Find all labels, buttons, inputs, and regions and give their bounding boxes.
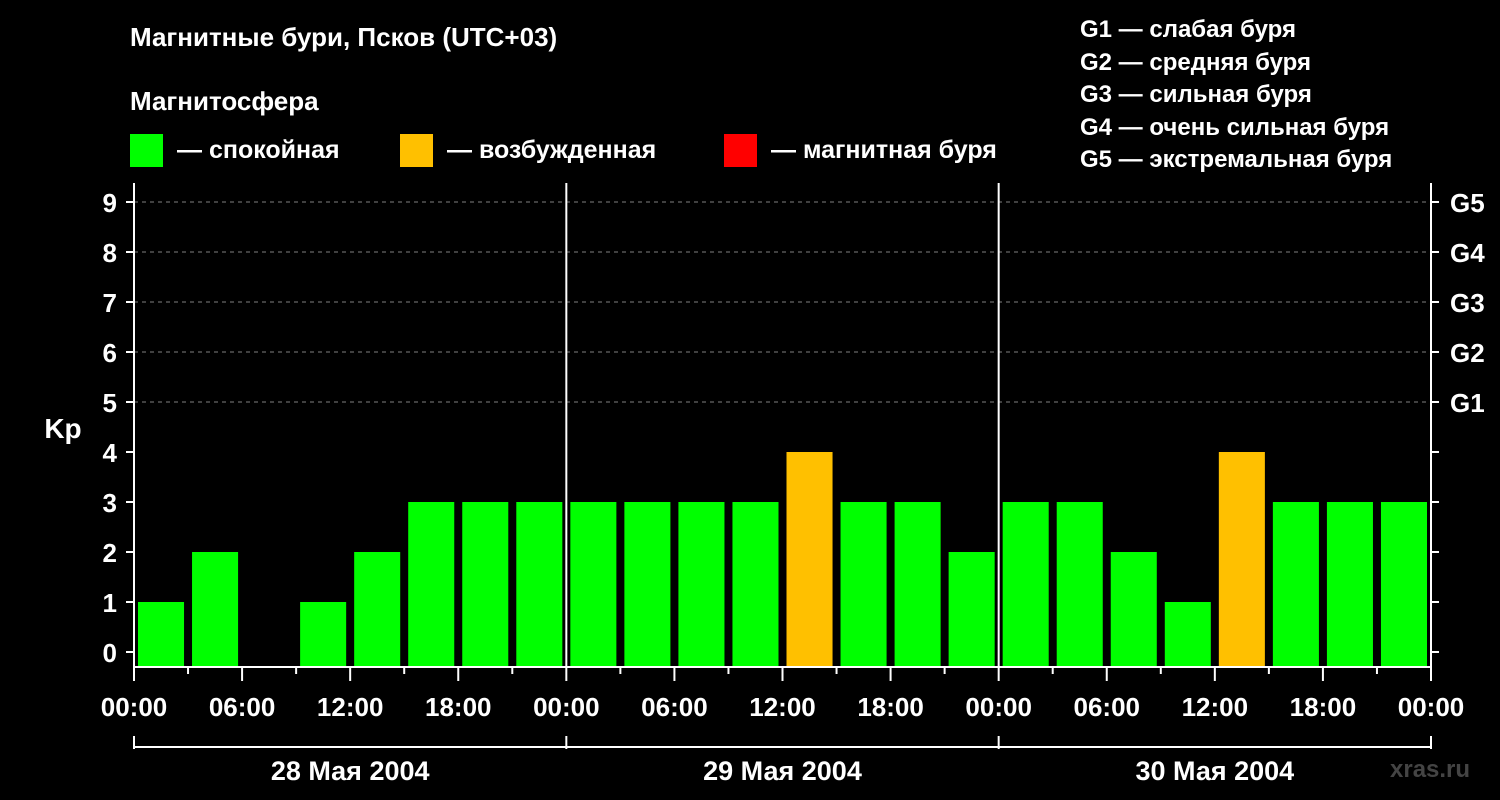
right-label-G2: G2 — [1450, 338, 1485, 368]
bar-6 — [462, 502, 509, 667]
ytick-label-8: 8 — [103, 238, 117, 268]
bar-7 — [516, 502, 563, 667]
day-label-0: 28 Мая 2004 — [271, 756, 430, 786]
bar-14 — [894, 502, 941, 667]
right-label-G1: G1 — [1450, 388, 1485, 418]
right-label-G4: G4 — [1450, 238, 1485, 268]
xtick-label-12: 00:00 — [1398, 692, 1465, 722]
bar-19 — [1164, 602, 1211, 667]
xtick-label-0: 00:00 — [101, 692, 168, 722]
xtick-label-5: 06:00 — [641, 692, 708, 722]
xtick-label-10: 12:00 — [1182, 692, 1249, 722]
bar-1 — [192, 552, 239, 667]
bar-17 — [1056, 502, 1103, 667]
xtick-label-7: 18:00 — [857, 692, 924, 722]
bar-22 — [1326, 502, 1373, 667]
bar-5 — [408, 502, 455, 667]
bar-0 — [138, 602, 185, 667]
bar-16 — [1002, 502, 1049, 667]
right-label-G5: G5 — [1450, 188, 1485, 218]
ytick-label-3: 3 — [103, 488, 117, 518]
bar-13 — [840, 502, 887, 667]
watermark: xras.ru — [1390, 756, 1471, 783]
bar-18 — [1110, 552, 1157, 667]
xtick-label-4: 00:00 — [533, 692, 600, 722]
xtick-label-6: 12:00 — [749, 692, 816, 722]
xtick-label-2: 12:00 — [317, 692, 384, 722]
bar-11 — [732, 502, 779, 667]
day-label-2: 30 Мая 2004 — [1135, 756, 1294, 786]
xtick-label-3: 18:00 — [425, 692, 492, 722]
bar-8 — [570, 502, 617, 667]
y-axis-label: Kp — [44, 413, 81, 444]
ytick-label-9: 9 — [103, 188, 117, 218]
bar-3 — [300, 602, 347, 667]
bar-12 — [786, 452, 833, 667]
xtick-label-9: 06:00 — [1074, 692, 1141, 722]
bar-9 — [624, 502, 671, 667]
ytick-label-7: 7 — [103, 288, 117, 318]
ytick-label-0: 0 — [103, 638, 117, 668]
xtick-label-8: 00:00 — [965, 692, 1032, 722]
kp-bar-chart: 0 1 2 3 4 5 6 7 8 9 Kp G1 G2 G3 G4 G5 00:00 06:00 12:00 18:… — [44, 183, 1485, 786]
bar-15 — [948, 552, 995, 667]
ytick-label-4: 4 — [103, 438, 118, 468]
xtick-label-1: 06:00 — [209, 692, 276, 722]
bar-4 — [354, 552, 401, 667]
ytick-label-6: 6 — [103, 338, 117, 368]
xtick-label-11: 18:00 — [1290, 692, 1357, 722]
ytick-label-1: 1 — [103, 588, 117, 618]
day-label-1: 29 Мая 2004 — [703, 756, 862, 786]
ytick-label-5: 5 — [103, 388, 117, 418]
bar-21 — [1272, 502, 1319, 667]
bar-23 — [1380, 502, 1427, 667]
right-label-G3: G3 — [1450, 288, 1485, 318]
bar-20 — [1218, 452, 1265, 667]
bar-10 — [678, 502, 725, 667]
ytick-label-2: 2 — [103, 538, 117, 568]
